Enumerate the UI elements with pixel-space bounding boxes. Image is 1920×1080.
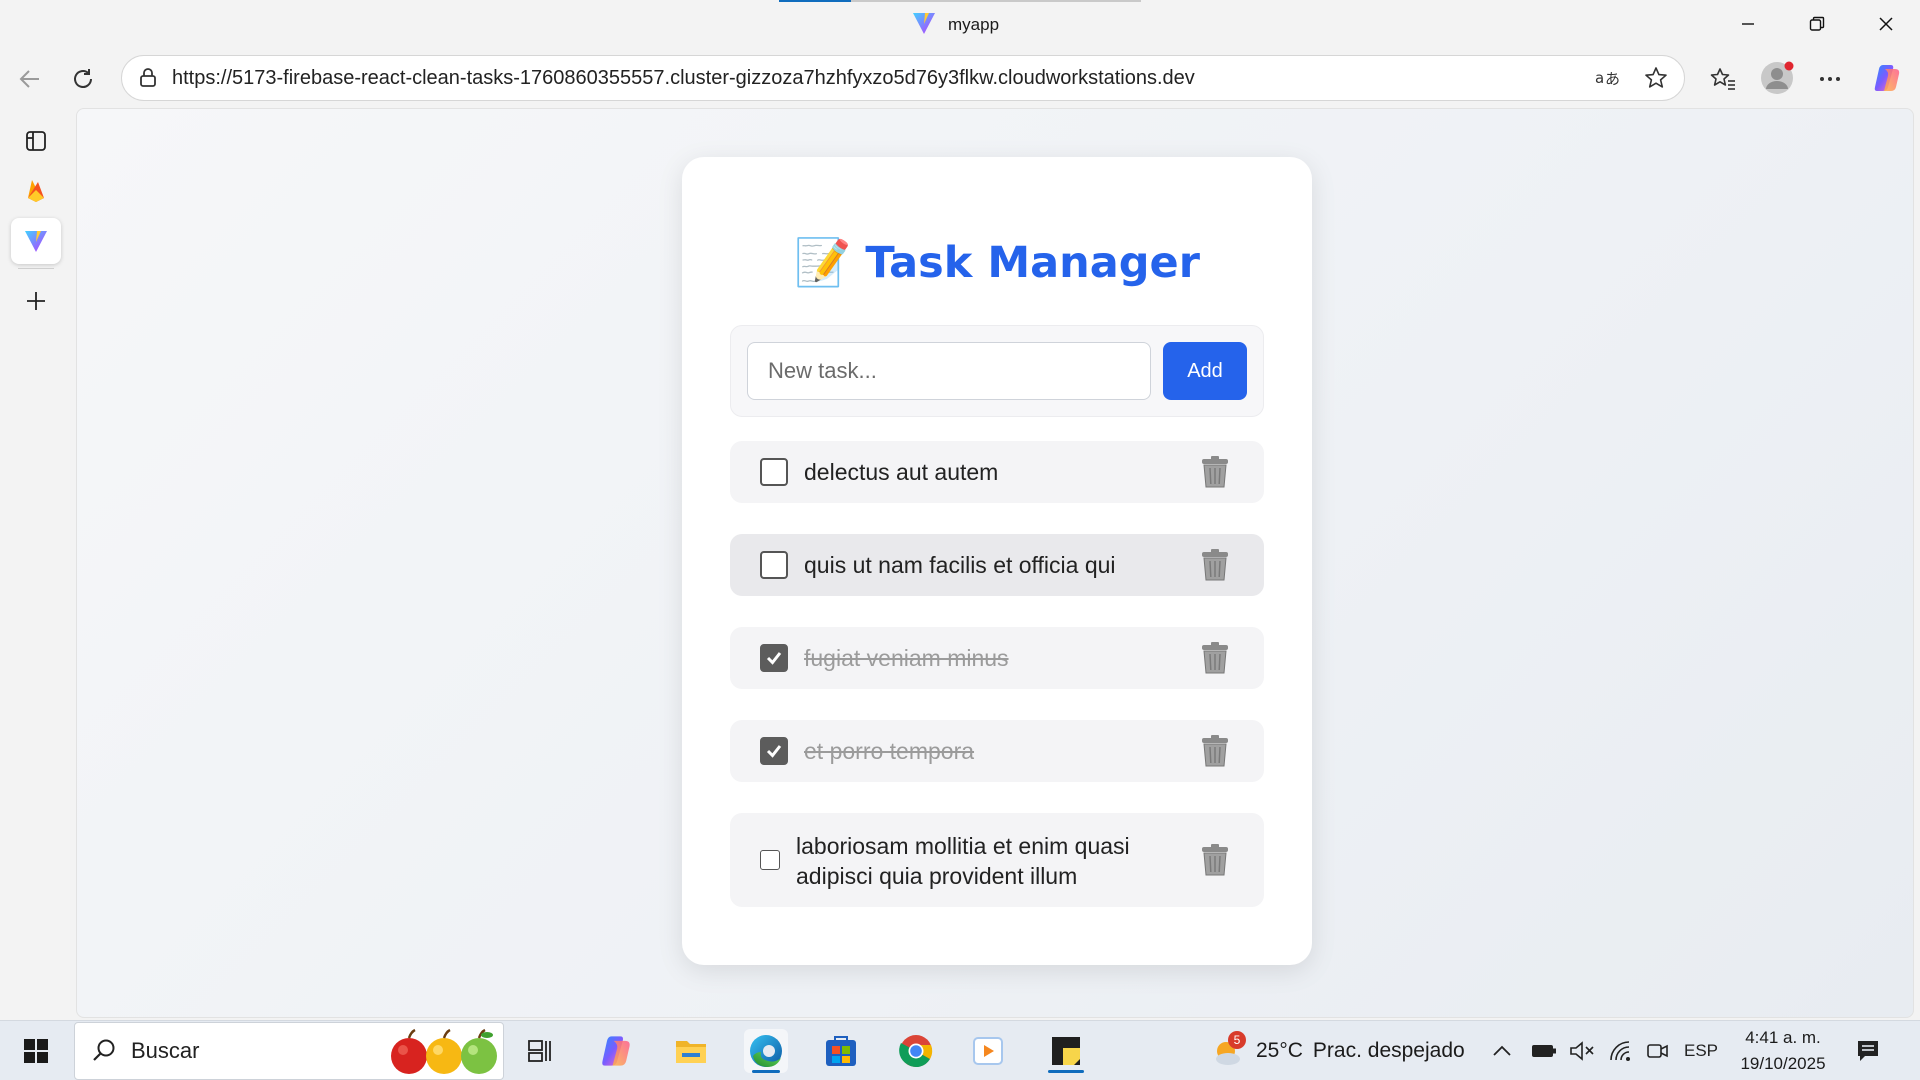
weather-widget[interactable]: 5 25°C Prac. despejado [1210,1021,1465,1080]
favorites-icon[interactable] [1708,64,1738,94]
trash-icon[interactable] [1200,455,1230,489]
wifi-icon[interactable] [1604,1029,1638,1073]
weather-icon: 5 [1210,1031,1246,1069]
copilot-taskbar-icon[interactable] [594,1029,638,1073]
task-checkbox[interactable] [760,850,780,870]
speaker-muted-icon[interactable] [1565,1029,1599,1073]
trash-icon[interactable] [1200,548,1230,582]
search-icon [91,1038,117,1069]
address-bar[interactable]: https://5173-firebase-react-clean-tasks-… [121,55,1685,101]
active-app-underline [752,1070,780,1073]
svg-text:a: a [1595,69,1604,87]
active-tab-indicator [779,0,851,2]
task-item: laboriosam mollitia et enim quasi adipis… [730,813,1264,907]
close-window-button[interactable] [1851,0,1920,48]
task-text: fugiat veniam minus [804,645,1009,671]
clock-time: 4:41 a. m. [1745,1028,1821,1047]
apples-search-highlight-icon [387,1027,501,1080]
chevron-up-icon[interactable] [1487,1029,1517,1073]
vite-tab-icon[interactable] [11,218,61,264]
trash-icon[interactable] [1200,843,1230,877]
trash-icon[interactable] [1200,641,1230,675]
notifications-icon[interactable] [1848,1029,1888,1073]
add-task-button[interactable]: Add [1163,342,1247,400]
memo-icon: 📝 [794,235,852,289]
chrome-icon[interactable] [894,1029,938,1073]
task-item: fugiat veniam minus [730,627,1264,689]
task-item: delectus aut autem [730,441,1264,503]
task-checkbox-checked[interactable] [760,644,788,672]
tab-strip-line [851,0,1141,2]
task-checkbox[interactable] [760,458,788,486]
task-text: et porro tempora [804,738,975,764]
window-controls [1713,0,1920,48]
task-text: laboriosam mollitia et enim quasi adipis… [796,833,1130,889]
page-title: 📝 Task Manager [682,235,1312,290]
back-arrow-icon[interactable] [15,64,45,94]
more-options-icon[interactable] [1815,64,1845,94]
restore-button[interactable] [1782,0,1851,48]
camera-privacy-icon[interactable] [1641,1029,1675,1073]
windows-start-icon[interactable] [14,1029,58,1073]
site-info-icon[interactable] [136,66,160,95]
media-player-icon[interactable] [966,1029,1010,1073]
profile-avatar-icon[interactable] [1760,61,1794,95]
microsoft-store-icon[interactable] [819,1029,863,1073]
title-bar: myapp [0,0,1920,50]
weather-badge: 5 [1228,1031,1246,1049]
running-app-underline [1048,1070,1084,1073]
firebase-tab-icon[interactable] [11,168,61,214]
reload-icon[interactable] [68,64,98,94]
add-task-form: Add [730,325,1264,417]
minimize-button[interactable] [1713,0,1782,48]
page-viewport: 📝 Task Manager Add delectus aut autem qu… [76,108,1914,1018]
vertical-tabs-sidebar [0,106,74,1020]
task-text: delectus aut autem [804,459,999,485]
task-checkbox[interactable] [760,551,788,579]
windows-taskbar: Buscar 5 25°C Prac. despejado ESP 4:41 a… [0,1020,1920,1080]
vite-logo-icon [912,11,936,40]
clock-date: 19/10/2025 [1740,1054,1826,1073]
tab-actions-icon[interactable] [11,118,61,164]
file-explorer-icon[interactable] [669,1029,713,1073]
read-aloud-icon[interactable]: aあ [1594,64,1622,92]
task-item: quis ut nam facilis et officia qui [730,534,1264,596]
search-label: Buscar [131,1038,200,1063]
navigation-bar: https://5173-firebase-react-clean-tasks-… [0,50,1920,106]
window-title-text: myapp [948,15,1000,34]
sticky-notes-icon[interactable] [1044,1029,1088,1073]
weather-temperature: 25°C [1256,1039,1303,1062]
trash-icon[interactable] [1200,734,1230,768]
svg-text:あ: あ [1605,70,1620,88]
battery-icon[interactable] [1527,1029,1561,1073]
task-checkbox-checked[interactable] [760,737,788,765]
edge-taskbar-icon[interactable] [744,1029,788,1073]
task-item: et porro tempora [730,720,1264,782]
url-text[interactable]: https://5173-firebase-react-clean-tasks-… [172,56,1195,100]
page-title-text: Task Manager [865,237,1200,288]
task-manager-card: 📝 Task Manager Add delectus aut autem qu… [682,157,1312,965]
window-title: myapp [912,12,999,38]
language-indicator[interactable]: ESP [1684,1041,1718,1061]
task-view-icon[interactable] [519,1029,563,1073]
new-tab-plus-icon[interactable] [11,278,61,324]
system-clock[interactable]: 4:41 a. m. 19/10/2025 [1738,1025,1828,1077]
taskbar-search[interactable]: Buscar [74,1022,504,1080]
weather-condition: Prac. despejado [1312,1039,1465,1062]
new-task-input[interactable] [747,342,1151,400]
sidebar-divider [18,268,54,269]
copilot-icon[interactable] [1870,61,1904,95]
favorite-star-icon[interactable] [1642,64,1670,92]
task-text: quis ut nam facilis et officia qui [804,552,1116,578]
